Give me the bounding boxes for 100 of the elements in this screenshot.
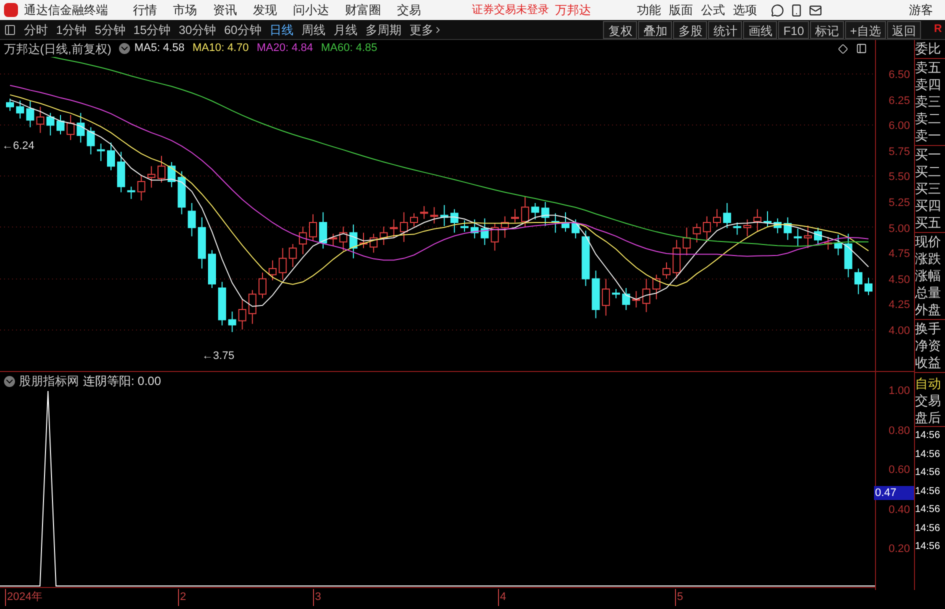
menu-item[interactable]: 发现 (248, 1, 282, 19)
price-axis-label: 5.25 (888, 196, 911, 211)
price-axis-label: 4.00 (888, 324, 911, 339)
toolbar-button[interactable]: 画线 (743, 20, 778, 38)
price-axis-label: 4.50 (888, 272, 911, 288)
indicator-axis-label: 0.40 (888, 502, 911, 517)
indicator-axis-label: 0.80 (888, 424, 911, 438)
phone-icon[interactable] (790, 4, 803, 16)
panel-toggle-icon[interactable] (4, 24, 16, 36)
period-tab[interactable]: 1分钟 (52, 20, 91, 38)
period-tab[interactable]: 月线 (329, 20, 362, 38)
quote-label: 委比 (915, 40, 942, 57)
high-price-label: ←6.24 (2, 139, 34, 154)
login-notice: 证券交易未登录 (472, 2, 549, 18)
quote-label: 净资 (915, 337, 942, 354)
panel-icon[interactable] (856, 43, 867, 54)
price-axis-label: 5.75 (888, 144, 911, 160)
price-axis-label: 6.00 (888, 119, 911, 134)
chart-title: 万邦达(日线,前复权) (4, 40, 112, 58)
tool-menu-item[interactable]: 版面 (669, 1, 693, 19)
ma-value: MA60: 4.85 (321, 41, 378, 56)
period-tab[interactable]: 5分钟 (90, 20, 130, 38)
trade-time: 14:56 (915, 503, 942, 517)
date-axis-label: 3 (313, 589, 322, 606)
quote-label: 涨幅 (915, 267, 942, 284)
period-tab[interactable]: 多周期 (361, 20, 406, 38)
quote-label: 卖五 (915, 59, 942, 76)
quote-label: 买二 (915, 163, 942, 180)
toolbar-button[interactable]: 统计 (708, 20, 742, 38)
indicator-axis-label: 1.00 (888, 384, 911, 398)
menu-item[interactable]: 市场 (168, 1, 202, 19)
menu-item[interactable]: 财富圈 (340, 1, 386, 19)
quote-label: 卖二 (915, 110, 942, 127)
toolbar-button[interactable]: 返回 (887, 20, 922, 38)
period-tab[interactable]: 分时 (20, 20, 52, 38)
quote-label: 卖三 (915, 93, 942, 110)
stock-name: 万邦达 (555, 2, 591, 19)
menu-item[interactable]: 资讯 (208, 1, 242, 19)
trade-time: 14:56 (915, 484, 942, 498)
period-tab[interactable]: 日线 (265, 20, 298, 38)
ma-value: MA10: 4.70 (192, 41, 249, 56)
price-axis-label: 5.50 (888, 170, 911, 186)
period-tab[interactable]: 15分钟 (129, 20, 175, 38)
tool-menu-item[interactable]: 公式 (701, 1, 725, 19)
toolbar-button[interactable]: 标记 (810, 20, 844, 38)
date-axis-label: 2024年 (5, 589, 42, 606)
trade-time: 14:56 (915, 466, 942, 480)
price-axis-label: 6.25 (888, 94, 911, 109)
tool-menu-item[interactable]: 功能 (637, 1, 661, 19)
diamond-icon[interactable] (838, 44, 848, 54)
expand-icon[interactable] (4, 376, 15, 386)
app-logo-icon (4, 3, 18, 17)
trade-time: 14:56 (915, 448, 942, 462)
price-axis-label: 6.50 (888, 68, 911, 83)
quote-label: 盘后 (915, 409, 942, 426)
message-icon[interactable] (771, 4, 784, 16)
quote-label: 买三 (915, 180, 942, 197)
cursor-value-label: 0.47 (874, 486, 914, 500)
period-tab[interactable]: 更多 (405, 20, 448, 38)
expand-icon[interactable] (119, 43, 130, 54)
toolbar-button[interactable]: 复权 (603, 20, 638, 38)
period-tab[interactable]: 60分钟 (220, 20, 266, 38)
quote-label: 卖四 (915, 76, 942, 93)
quote-label: 买一 (915, 146, 942, 163)
toolbar-button[interactable]: 叠加 (638, 20, 672, 38)
quote-label: 收益 (915, 354, 942, 371)
mode-label[interactable]: 自动 (915, 375, 945, 392)
ma-value: MA5: 4.58 (134, 41, 184, 56)
indicator-value: 连阴等阳: 0.00 (83, 373, 162, 390)
ma-value: MA20: 4.84 (256, 41, 313, 56)
tool-menu-item[interactable]: 选项 (733, 1, 757, 19)
quote-label: 外盘 (915, 301, 942, 318)
quote-label: 交易 (915, 392, 942, 409)
app-title: 通达信金融终端 (24, 2, 108, 19)
quote-label: 买四 (915, 197, 942, 214)
price-axis-label: 4.75 (888, 247, 911, 262)
quote-label: 卖一 (915, 127, 942, 144)
low-price-label: ←3.75 (202, 349, 234, 364)
quote-label: 涨跌 (915, 250, 942, 267)
quote-label: 总量 (915, 284, 942, 301)
trade-time: 14:56 (915, 522, 942, 536)
period-tab[interactable]: 30分钟 (174, 20, 220, 38)
price-axis-label: 5.00 (888, 222, 911, 237)
quote-label: 买五 (915, 214, 942, 231)
date-axis-label: 2 (178, 589, 186, 606)
user-button[interactable]: 游客 (909, 1, 933, 19)
date-axis-label: 5 (675, 589, 684, 606)
trade-time: 14:56 (915, 540, 942, 554)
mail-icon[interactable] (809, 4, 822, 16)
menu-item[interactable]: 问小达 (288, 1, 334, 19)
quote-label: 现价 (915, 233, 942, 250)
indicator-source: 股朋指标网 (19, 373, 79, 390)
price-axis-label: 4.25 (888, 298, 911, 314)
period-tab[interactable]: 周线 (297, 20, 330, 38)
toolbar-button[interactable]: 多股 (673, 20, 708, 38)
indicator-axis-label: 0.20 (888, 542, 911, 556)
menu-item[interactable]: 行情 (128, 1, 162, 19)
toolbar-button[interactable]: +自选 (845, 20, 886, 38)
toolbar-button[interactable]: F10 (778, 20, 810, 38)
menu-item[interactable]: 交易 (392, 1, 426, 19)
